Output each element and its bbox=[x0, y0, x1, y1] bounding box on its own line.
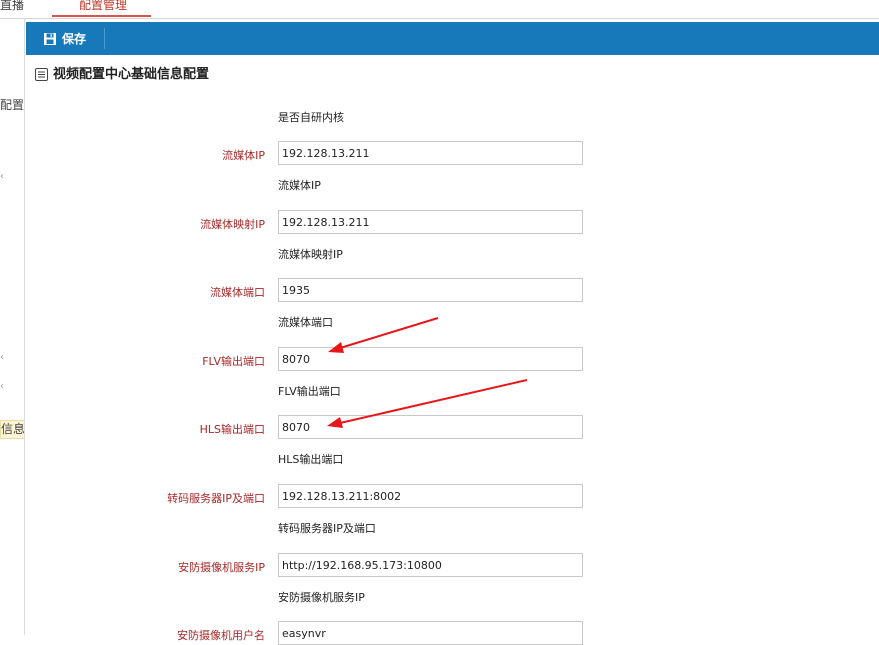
hint-camera-service-ip: 安防摄像机服务IP bbox=[278, 591, 365, 604]
hint-stream-media-mapped-ip: 流媒体映射IP bbox=[278, 248, 343, 261]
floppy-disk-icon bbox=[44, 33, 56, 45]
main-panel: 保存 视频配置中心基础信息配置 是否自研内核 流媒体IP 流媒体IP 流媒体映射… bbox=[26, 22, 879, 645]
top-tab-bar: 直播 配置管理 bbox=[0, 0, 879, 18]
sidebar-bullet: ‹ bbox=[0, 352, 4, 363]
sidebar-item-info-label: 信息 bbox=[1, 422, 25, 436]
sidebar-item-info[interactable]: 信息 bbox=[0, 420, 25, 439]
save-button-label: 保存 bbox=[62, 32, 87, 46]
field-hint-self-developed-kernel: 是否自研内核 bbox=[278, 111, 344, 124]
hls-output-port-input[interactable] bbox=[278, 415, 583, 439]
transcode-server-input[interactable] bbox=[278, 484, 583, 508]
sidebar-bullet: ‹ bbox=[0, 381, 4, 392]
hint-flv-output-port: FLV输出端口 bbox=[278, 385, 341, 398]
sidebar: 配置 ‹ ‹ ‹ 信息 bbox=[0, 19, 25, 635]
hint-transcode-server: 转码服务器IP及端口 bbox=[278, 522, 376, 535]
hint-hls-output-port: HLS输出端口 bbox=[278, 453, 344, 466]
hint-stream-media-port: 流媒体端口 bbox=[278, 316, 333, 329]
label-transcode-server: 转码服务器IP及端口 bbox=[167, 492, 265, 505]
top-divider bbox=[0, 18, 879, 19]
label-stream-media-mapped-ip: 流媒体映射IP bbox=[200, 218, 265, 231]
tab-config-management[interactable]: 配置管理 bbox=[79, 0, 127, 13]
stream-media-port-input[interactable] bbox=[278, 278, 583, 302]
flv-output-port-input[interactable] bbox=[278, 347, 583, 371]
section-title: 视频配置中心基础信息配置 bbox=[53, 67, 210, 82]
camera-username-input[interactable] bbox=[278, 621, 583, 645]
label-stream-media-port: 流媒体端口 bbox=[210, 286, 265, 299]
active-tab-indicator bbox=[52, 15, 151, 17]
label-hls-output-port: HLS输出端口 bbox=[199, 423, 265, 436]
camera-service-ip-input[interactable] bbox=[278, 553, 583, 577]
toolbar-separator bbox=[104, 28, 105, 49]
sidebar-divider bbox=[24, 19, 25, 635]
label-stream-media-ip: 流媒体IP bbox=[222, 149, 265, 162]
hint-stream-media-ip: 流媒体IP bbox=[278, 179, 321, 192]
sidebar-item-config[interactable]: 配置 bbox=[0, 96, 24, 113]
stream-media-ip-input[interactable] bbox=[278, 141, 583, 165]
sidebar-bullet: ‹ bbox=[0, 171, 4, 182]
list-icon bbox=[35, 68, 48, 81]
stream-media-mapped-ip-input[interactable] bbox=[278, 210, 583, 234]
label-camera-service-ip: 安防摄像机服务IP bbox=[178, 561, 265, 574]
label-flv-output-port: FLV输出端口 bbox=[202, 355, 265, 368]
toolbar: 保存 bbox=[26, 22, 879, 55]
label-camera-username: 安防摄像机用户名 bbox=[177, 629, 265, 642]
tab-live[interactable]: 直播 bbox=[0, 0, 24, 13]
